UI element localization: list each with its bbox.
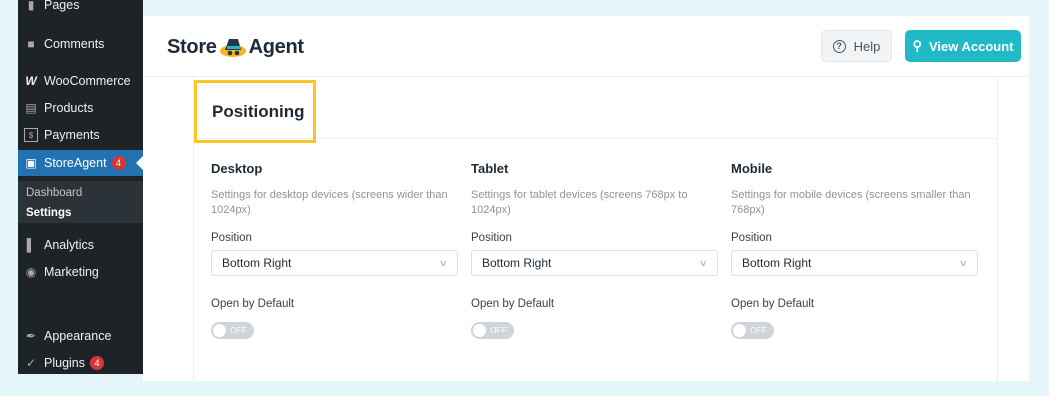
sidebar-item-label: Pages (44, 0, 80, 12)
toggle-text: OFF (750, 325, 767, 335)
open-by-default-label: Open by Default (211, 298, 295, 310)
view-account-button[interactable]: ⚲ View Account (905, 30, 1021, 62)
question-circle-icon: ? (832, 39, 846, 53)
select-value: Bottom Right (742, 256, 812, 270)
pages-icon: ▮ (27, 0, 35, 12)
open-by-default-label: Open by Default (731, 298, 815, 310)
payments-icon: $ (24, 128, 38, 142)
sidebar-item-storeagent[interactable]: ▣ StoreAgent 4 (18, 150, 143, 176)
help-button[interactable]: ? Help (821, 30, 892, 62)
woocommerce-icon: W (25, 74, 37, 88)
agent-hat-icon (219, 39, 246, 57)
sidebar-item-label: Products (44, 101, 94, 115)
storeagent-logo[interactable]: Store Agent (167, 34, 304, 60)
position-label: Position (471, 232, 512, 244)
sidebar-item-label: Appearance (44, 329, 112, 343)
tablet-settings-column: Tablet Settings for tablet devices (scre… (471, 161, 721, 339)
mobile-position-select[interactable]: Bottom Right ∨ (731, 250, 978, 276)
toggle-knob (213, 324, 226, 337)
tablet-position-select[interactable]: Bottom Right ∨ (471, 250, 718, 276)
sidebar-item-label: Analytics (44, 238, 95, 252)
sidebar-item-label: Comments (44, 37, 105, 51)
storeagent-icon: ▣ (25, 156, 37, 170)
view-account-label: View Account (929, 38, 1014, 54)
open-by-default-label: Open by Default (471, 298, 555, 310)
sidebar-item-payments[interactable]: $ Payments (18, 122, 143, 148)
sidebar-item-comments[interactable]: ■ Comments (18, 31, 143, 57)
column-description: Settings for tablet devices (screens 768… (471, 189, 688, 216)
column-description: Settings for desktop devices (screens wi… (211, 189, 448, 216)
sidebar-submenu: Dashboard Settings (18, 181, 143, 223)
products-icon: ▤ (25, 101, 37, 115)
toggle-knob (733, 324, 746, 337)
sidebar-item-label: StoreAgent (44, 156, 107, 170)
user-icon: ⚲ (912, 38, 922, 53)
column-title: Mobile (731, 161, 773, 176)
select-value: Bottom Right (222, 256, 292, 270)
chevron-down-icon: ∨ (699, 257, 709, 268)
tablet-open-toggle[interactable]: OFF (471, 322, 514, 339)
position-label: Position (211, 232, 252, 244)
marketing-icon: ◉ (25, 265, 37, 279)
appearance-icon: ✒ (25, 329, 37, 343)
analytics-icon: ▌ (26, 238, 36, 252)
sidebar-item-label: Marketing (44, 265, 99, 279)
logo-text-agent: Agent (248, 35, 304, 58)
sidebar-item-plugins[interactable]: ✓ Plugins 4 (18, 350, 143, 374)
sidebar-item-products[interactable]: ▤ Products (18, 95, 143, 121)
sidebar-item-appearance[interactable]: ✒ Appearance (18, 323, 143, 349)
wp-admin-sidebar: ▮ Pages ■ Comments W WooCommerce ▤ Produ… (18, 0, 143, 374)
submenu-item-settings[interactable]: Settings (26, 207, 71, 219)
toggle-text: OFF (230, 325, 247, 335)
select-value: Bottom Right (482, 256, 552, 270)
mobile-settings-column: Mobile Settings for mobile devices (scre… (731, 161, 981, 339)
position-label: Position (731, 232, 772, 244)
app-header: Store Agent ? Help ⚲ View Account (143, 16, 1029, 77)
toggle-knob (473, 324, 486, 337)
column-description: Settings for mobile devices (screens sma… (731, 189, 971, 216)
column-title: Tablet (471, 161, 509, 176)
sidebar-item-analytics[interactable]: ▌ Analytics (18, 232, 143, 258)
desktop-position-select[interactable]: Bottom Right ∨ (211, 250, 458, 276)
desktop-settings-column: Desktop Settings for desktop devices (sc… (211, 161, 461, 339)
sidebar-item-marketing[interactable]: ◉ Marketing (18, 259, 143, 285)
plugins-icon: ✓ (25, 356, 37, 370)
notification-badge: 4 (90, 356, 104, 370)
submenu-item-dashboard[interactable]: Dashboard (26, 187, 82, 199)
sidebar-item-woocommerce[interactable]: W WooCommerce (18, 68, 143, 94)
card-header: Positioning (194, 77, 997, 143)
sidebar-item-label: Plugins (44, 356, 85, 370)
sidebar-item-label: WooCommerce (44, 74, 131, 88)
sidebar-item-label: Payments (44, 128, 100, 142)
settings-content: Positioning Desktop Settings for desktop… (143, 77, 1029, 381)
chevron-down-icon: ∨ (439, 257, 449, 268)
toggle-text: OFF (490, 325, 507, 335)
notification-badge: 4 (111, 156, 126, 170)
logo-text-store: Store (167, 35, 217, 58)
chevron-down-icon: ∨ (959, 257, 969, 268)
comments-icon: ■ (27, 37, 35, 51)
desktop-open-toggle[interactable]: OFF (211, 322, 254, 339)
column-title: Desktop (211, 161, 263, 176)
sidebar-item-pages[interactable]: ▮ Pages (18, 0, 143, 18)
positioning-card: Positioning Desktop Settings for desktop… (193, 77, 998, 381)
mobile-open-toggle[interactable]: OFF (731, 322, 774, 339)
help-button-label: Help (853, 38, 881, 54)
card-title: Positioning (212, 102, 305, 121)
